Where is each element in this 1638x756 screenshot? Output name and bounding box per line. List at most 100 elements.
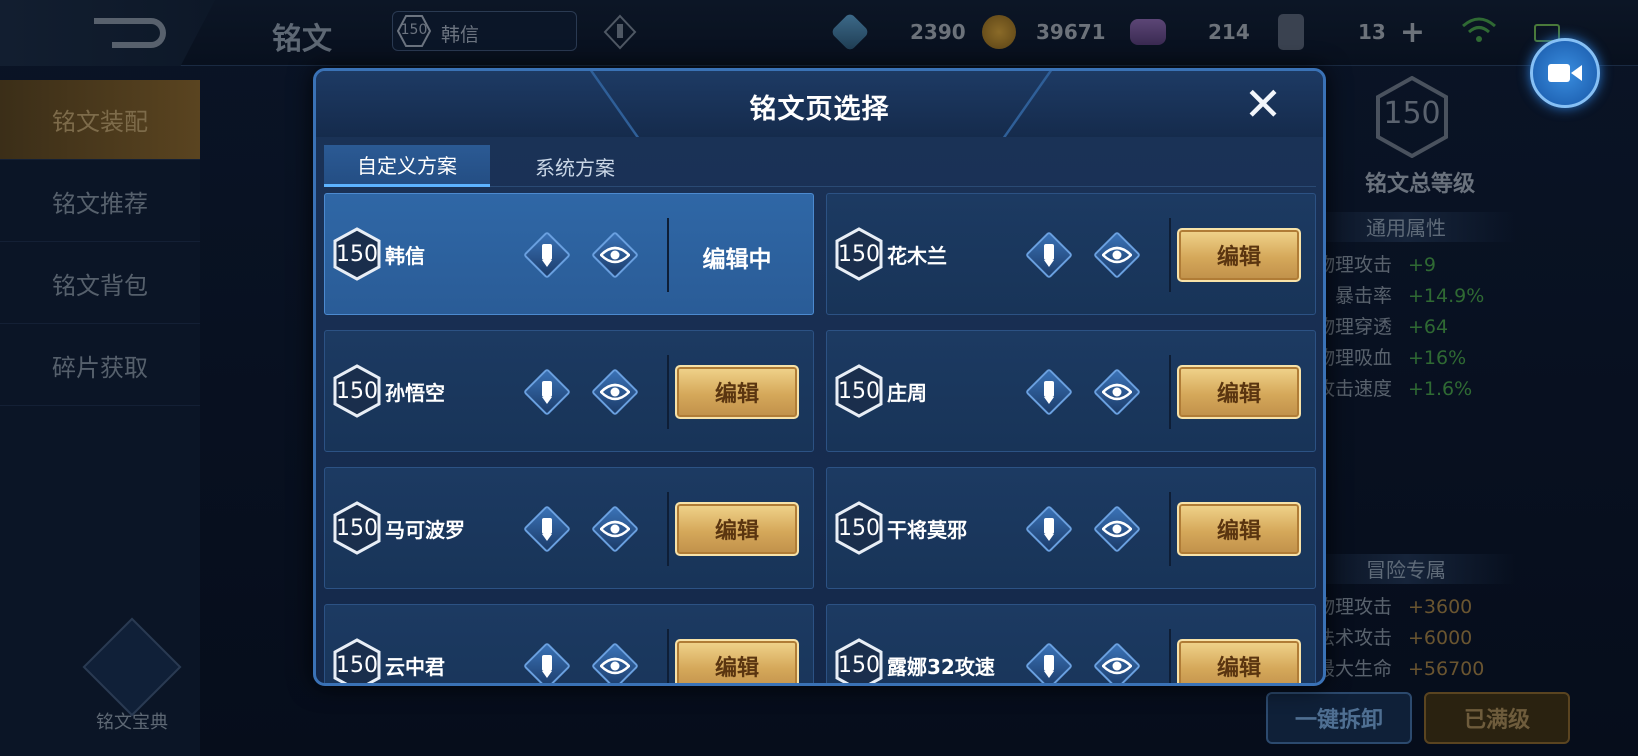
video-camera-icon <box>1548 64 1582 82</box>
attr-value: +56700 <box>1408 658 1485 680</box>
total-level-label: 铭文总等级 <box>1364 172 1475 197</box>
sidebar-item-backpack[interactable]: 铭文背包 <box>0 244 200 324</box>
diamond-count: 2390 <box>910 20 966 44</box>
rename-button[interactable] <box>521 503 573 555</box>
current-hero-selector[interactable]: 150 韩信 <box>392 11 577 51</box>
purple-crystal-icon <box>1130 19 1166 45</box>
sidebar-item-equip[interactable]: 铭文装配 <box>0 80 200 160</box>
back-button[interactable] <box>0 0 215 66</box>
codex-book-icon <box>82 617 182 717</box>
rune-page-card[interactable]: 150 孙悟空 编辑 <box>324 330 814 452</box>
eye-icon <box>589 229 641 281</box>
eye-icon <box>589 503 641 555</box>
preview-button[interactable] <box>589 640 641 683</box>
page-level: 150 <box>336 653 378 678</box>
attr-value: +6000 <box>1408 627 1473 649</box>
pen-icon <box>1023 229 1075 281</box>
page-level: 150 <box>336 242 378 267</box>
edit-button[interactable]: 编辑 <box>675 365 799 419</box>
pen-icon <box>1023 640 1075 683</box>
pen-icon <box>521 366 573 418</box>
dialog-header: 铭文页选择 ✕ <box>316 71 1323 137</box>
diamond-gem-icon <box>830 12 870 52</box>
tab-custom[interactable]: 自定义方案 <box>324 145 490 187</box>
level-hex-icon: 150 <box>835 501 883 555</box>
page-type-tabs: 自定义方案 系统方案 <box>324 145 1316 187</box>
page-name: 云中君 <box>385 655 445 679</box>
page-name: 干将莫邪 <box>887 518 967 542</box>
pen-icon <box>521 503 573 555</box>
sidebar-item-recommend[interactable]: 铭文推荐 <box>0 162 200 242</box>
page-title: 铭文 <box>272 22 332 57</box>
tab-system[interactable]: 系统方案 <box>490 145 660 187</box>
sidebar-item-shards[interactable]: 碎片获取 <box>0 326 200 406</box>
general-attrs-title: 通用属性 <box>1296 212 1516 242</box>
divider <box>1169 492 1171 566</box>
preview-button[interactable] <box>1091 640 1143 683</box>
edit-button[interactable]: 编辑 <box>1177 502 1301 556</box>
page-name: 马可波罗 <box>385 518 465 542</box>
attr-value: +1.6% <box>1408 378 1473 400</box>
attr-value: +16% <box>1408 347 1467 369</box>
gold-coin-icon <box>982 15 1016 49</box>
preview-button[interactable] <box>1091 503 1143 555</box>
page-name: 花木兰 <box>887 244 947 268</box>
rune-page-card[interactable]: 150 干将莫邪 编辑 <box>826 467 1316 589</box>
preview-button[interactable] <box>589 229 641 281</box>
level-hex-icon: 150 <box>333 227 381 281</box>
dialog-title: 铭文页选择 <box>749 94 890 125</box>
rune-page-card[interactable]: 150 花木兰 编辑 <box>826 193 1316 315</box>
total-level-value: 150 <box>1383 96 1441 131</box>
preview-button[interactable] <box>1091 229 1143 281</box>
edit-button[interactable]: 编辑 <box>675 639 799 683</box>
crystal-resource: 214 <box>1130 12 1250 52</box>
adventure-attrs-title: 冒险专属 <box>1296 554 1516 584</box>
rename-button[interactable] <box>521 640 573 683</box>
record-video-button[interactable] <box>1530 38 1600 108</box>
rune-codex-button[interactable]: 铭文宝典 <box>82 617 182 742</box>
top-bar: 铭文 150 韩信 2390 39671 214 13 + <box>0 0 1638 66</box>
card-icon <box>1278 14 1304 50</box>
preview-button[interactable] <box>1091 366 1143 418</box>
rename-button[interactable] <box>1023 366 1075 418</box>
one-click-unload-button[interactable]: 一键拆卸 <box>1266 692 1412 744</box>
max-level-button[interactable]: 已满级 <box>1424 692 1570 744</box>
edit-button[interactable]: 编辑 <box>1177 228 1301 282</box>
close-button[interactable]: ✕ <box>1240 81 1286 129</box>
attr-value: +9 <box>1408 254 1437 276</box>
attr-value: +14.9% <box>1408 285 1485 307</box>
level-hex-icon: 150 <box>835 638 883 683</box>
back-arrow-icon <box>94 18 166 48</box>
rename-pen-icon[interactable] <box>603 14 637 50</box>
level-hex-icon: 150 <box>333 501 381 555</box>
edit-button[interactable]: 编辑 <box>1177 639 1301 683</box>
divider <box>667 218 669 292</box>
rune-stats-panel: 150 铭文总等级 通用属性 物理攻击 +9 暴击率 +14.9% 物理穿透 +64 … <box>1266 66 1638 756</box>
rename-button[interactable] <box>521 229 573 281</box>
rune-page-card[interactable]: 150 韩信 编辑中 <box>324 193 814 315</box>
rename-button[interactable] <box>1023 503 1075 555</box>
crystal-count: 214 <box>1208 20 1250 44</box>
rune-page-card[interactable]: 150 马可波罗 编辑 <box>324 467 814 589</box>
preview-button[interactable] <box>589 503 641 555</box>
eye-icon <box>1091 640 1143 683</box>
rune-page-card[interactable]: 150 云中君 编辑 <box>324 604 814 683</box>
eye-icon <box>1091 229 1143 281</box>
eye-icon <box>589 640 641 683</box>
divider <box>1169 218 1171 292</box>
level-hex-icon: 150 <box>396 15 432 47</box>
rune-page-card[interactable]: 150 露娜32攻速 编辑 <box>826 604 1316 683</box>
rename-button[interactable] <box>521 366 573 418</box>
rune-page-card[interactable]: 150 庄周 编辑 <box>826 330 1316 452</box>
add-card-icon[interactable]: + <box>1400 15 1425 50</box>
page-name: 庄周 <box>887 381 927 405</box>
preview-button[interactable] <box>589 366 641 418</box>
rename-button[interactable] <box>1023 640 1075 683</box>
gold-count: 39671 <box>1036 20 1106 44</box>
level-hex-icon: 150 <box>333 638 381 683</box>
attr-value: +3600 <box>1408 596 1473 618</box>
edit-button[interactable]: 编辑 <box>1177 365 1301 419</box>
page-name: 露娜32攻速 <box>887 655 995 679</box>
rename-button[interactable] <box>1023 229 1075 281</box>
edit-button[interactable]: 编辑 <box>675 502 799 556</box>
